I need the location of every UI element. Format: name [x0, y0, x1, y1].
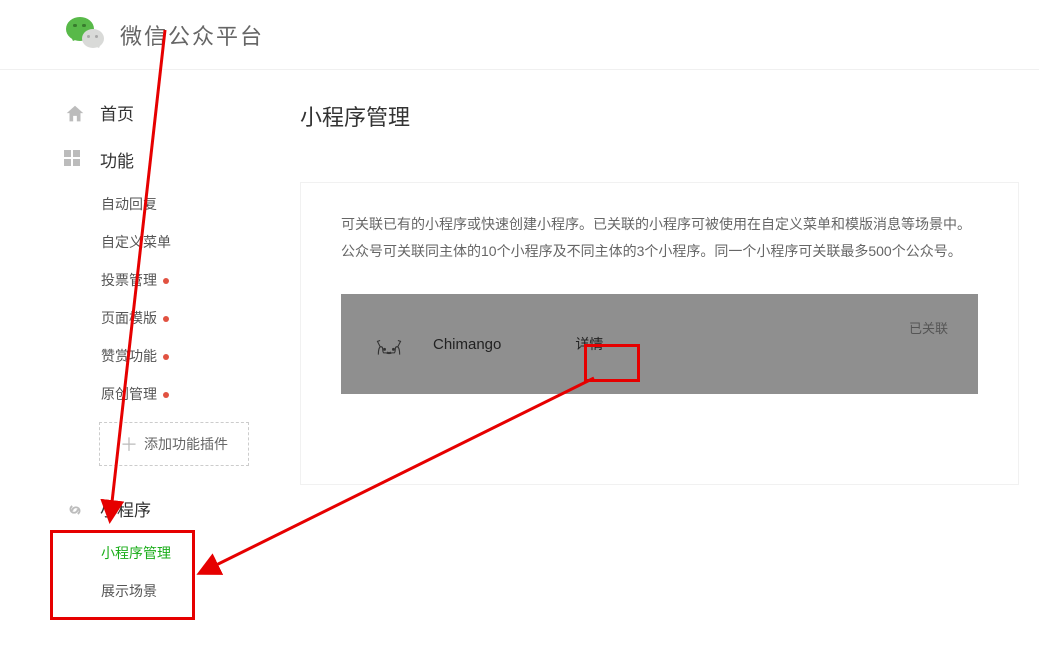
sidebar-item-pagetemplate[interactable]: 页面模版 — [101, 308, 250, 328]
wechat-logo-icon — [66, 15, 110, 55]
notification-dot-icon — [163, 354, 169, 360]
sidebar-item-label: 功能 — [100, 147, 134, 172]
desc-line: 公众号可关联同主体的10个小程序及不同主体的3个小程序。同一个小程序可关联最多5… — [341, 238, 978, 265]
desc-line: 可关联已有的小程序或快速创建小程序。已关联的小程序可被使用在自定义菜单和模版消息… — [341, 211, 978, 238]
sidebar-item-original[interactable]: 原创管理 — [101, 384, 250, 404]
sidebar-item-mp-display[interactable]: 展示场景 — [101, 581, 250, 601]
sidebar-item-label: 首页 — [100, 100, 134, 125]
add-plugin-button[interactable]: ＋ 添加功能插件 — [99, 422, 249, 466]
header: 微信公众平台 — [0, 0, 1039, 70]
app-avatar-icon — [371, 328, 407, 360]
sidebar: 首页 功能 自动回复 自定义菜单 投票管理 页面模版 赞赏功能 原创管理 ＋ 添… — [0, 70, 250, 619]
home-icon — [64, 103, 86, 123]
sidebar-item-custommenu[interactable]: 自定义菜单 — [101, 232, 250, 252]
miniprogram-submenu: 小程序管理 展示场景 — [64, 543, 250, 601]
grid-icon — [64, 150, 86, 170]
sidebar-item-functions[interactable]: 功能 — [64, 147, 250, 172]
panel: 可关联已有的小程序或快速创建小程序。已关联的小程序可被使用在自定义菜单和模版消息… — [300, 182, 1019, 485]
add-plugin-label: 添加功能插件 — [144, 434, 228, 454]
detail-button[interactable]: 详情 — [561, 328, 617, 360]
app-card: Chimango 详情 已关联 — [341, 294, 978, 394]
sidebar-item-reward[interactable]: 赞赏功能 — [101, 346, 250, 366]
sidebar-item-miniprogram[interactable]: 小程序 — [64, 496, 250, 521]
notification-dot-icon — [163, 392, 169, 398]
sidebar-item-mp-manage[interactable]: 小程序管理 — [101, 543, 250, 563]
app-name: Chimango — [433, 336, 501, 353]
content-area: 小程序管理 可关联已有的小程序或快速创建小程序。已关联的小程序可被使用在自定义菜… — [250, 70, 1039, 619]
status-badge: 已关联 — [909, 318, 948, 337]
sidebar-item-label: 小程序 — [100, 496, 151, 521]
link-icon — [64, 499, 86, 519]
sidebar-item-home[interactable]: 首页 — [64, 100, 250, 125]
notification-dot-icon — [163, 278, 169, 284]
plus-icon: ＋ — [120, 431, 138, 457]
brand-title: 微信公众平台 — [120, 19, 264, 51]
functions-submenu: 自动回复 自定义菜单 投票管理 页面模版 赞赏功能 原创管理 — [64, 194, 250, 404]
sidebar-item-vote[interactable]: 投票管理 — [101, 270, 250, 290]
description: 可关联已有的小程序或快速创建小程序。已关联的小程序可被使用在自定义菜单和模版消息… — [341, 211, 978, 264]
page-title: 小程序管理 — [300, 100, 1019, 132]
notification-dot-icon — [163, 316, 169, 322]
sidebar-item-autoreply[interactable]: 自动回复 — [101, 194, 250, 214]
